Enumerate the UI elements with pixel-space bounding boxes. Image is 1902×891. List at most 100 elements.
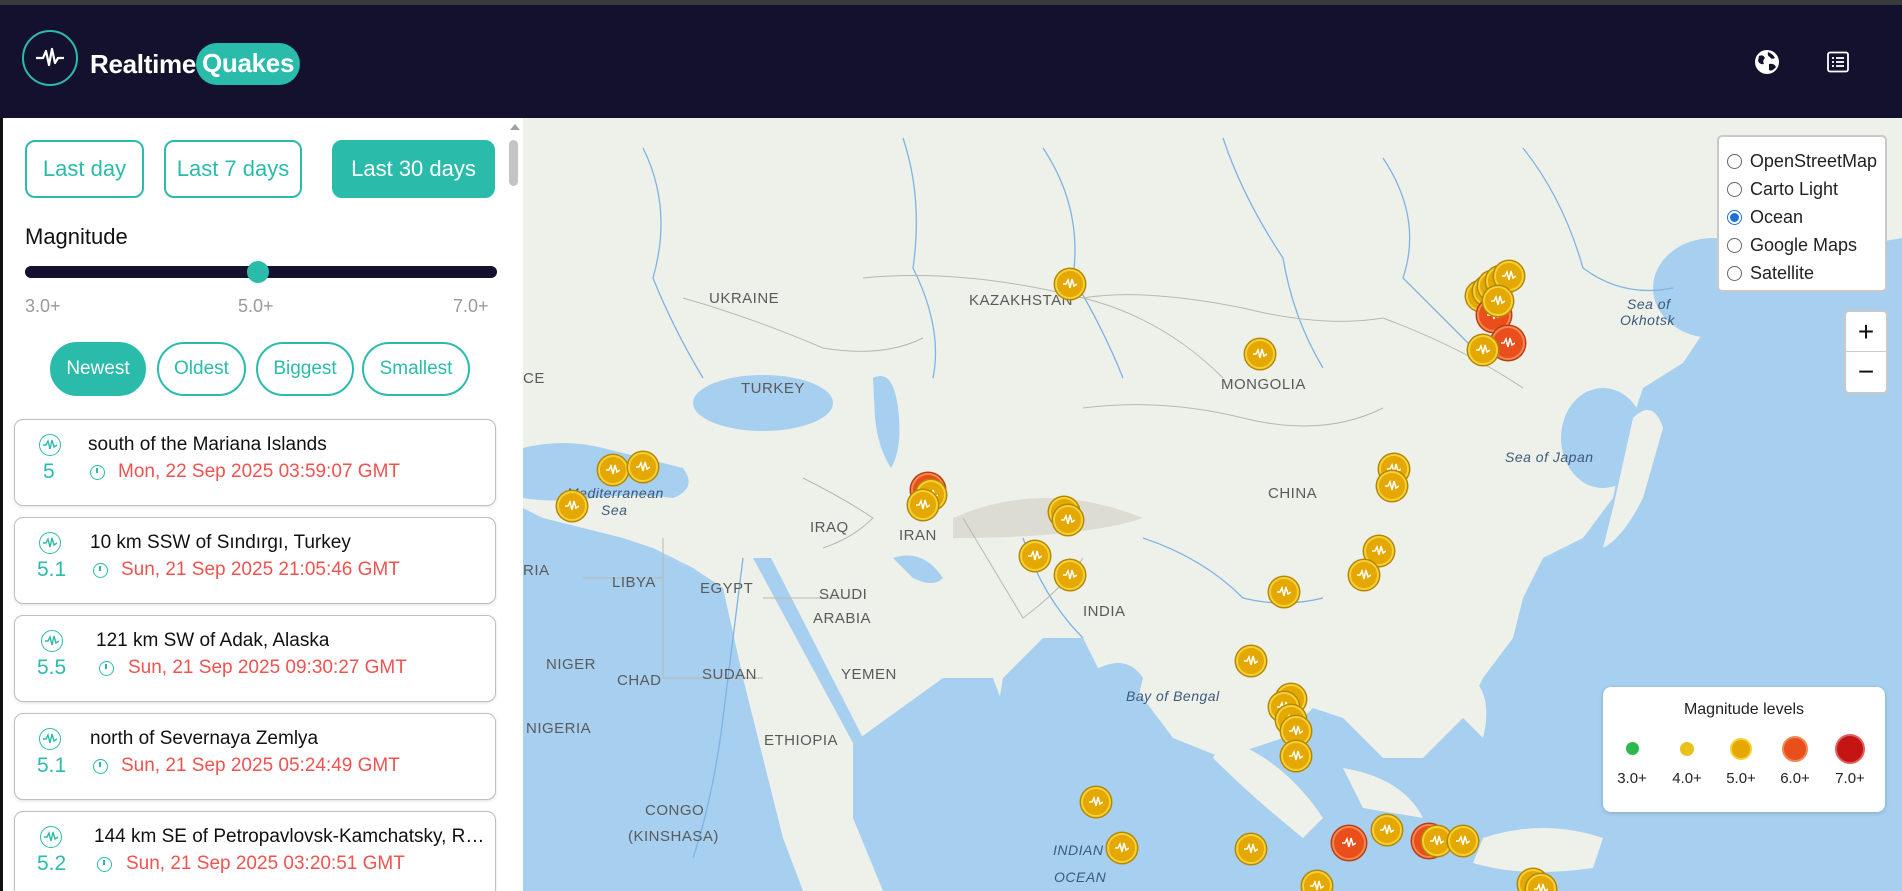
range-last-30-days-button[interactable]: Last 30 days: [332, 140, 495, 198]
quake-marker[interactable]: [1236, 646, 1266, 676]
quake-magnitude: 5.5: [37, 656, 67, 679]
quake-marker[interactable]: [628, 452, 658, 482]
quake-wave-icon: [39, 728, 61, 750]
quake-marker[interactable]: [1468, 335, 1498, 365]
quake-place: south of the Mariana Islands: [88, 434, 327, 455]
scroll-up-arrow-icon[interactable]: [510, 124, 520, 130]
quake-marker[interactable]: [557, 491, 587, 521]
quake-marker[interactable]: [1081, 787, 1111, 817]
quake-magnitude: 5: [43, 460, 55, 483]
radio-icon[interactable]: [1727, 181, 1742, 197]
magnitude-title: Magnitude: [25, 224, 128, 249]
quake-marker[interactable]: [1020, 541, 1050, 571]
quake-marker[interactable]: [1332, 826, 1366, 860]
quake-magnitude: 5.1: [37, 754, 67, 777]
layer-satellite[interactable]: Satellite: [1727, 259, 1877, 287]
layer-google-maps[interactable]: Google Maps: [1727, 231, 1877, 259]
layer-label: Satellite: [1750, 262, 1815, 283]
quake-marker[interactable]: [1448, 826, 1478, 856]
range-last-day-button[interactable]: Last day: [25, 140, 144, 198]
map-label-kinshasa: (KINSHASA): [628, 828, 719, 845]
quake-list-item[interactable]: 5.1 10 km SSW of Sındırgı, Turkey Sun, 2…: [14, 517, 496, 604]
legend-label: 3.0+: [1617, 770, 1647, 787]
magnitude-max-label: 7.0+: [453, 296, 489, 316]
map-label-sea-of: Sea of: [1627, 296, 1671, 312]
sort-oldest-button[interactable]: Oldest: [157, 342, 246, 396]
quake-time: Sun, 21 Sep 2025 05:24:49 GMT: [121, 755, 400, 776]
quake-marker[interactable]: [1483, 286, 1513, 316]
zoom-out-button[interactable]: −: [1846, 352, 1886, 392]
map-label-china: CHINA: [1268, 485, 1318, 502]
quake-marker[interactable]: [1269, 577, 1299, 607]
clock-icon: [93, 563, 108, 578]
quake-marker[interactable]: [1372, 815, 1402, 845]
clock-icon: [97, 857, 112, 872]
layer-label: Ocean: [1750, 206, 1804, 227]
sort-smallest-button[interactable]: Smallest: [362, 342, 470, 396]
map-label-chad: CHAD: [617, 672, 662, 689]
map-label-ocean: OCEAN: [1054, 869, 1107, 885]
sort-newest-button[interactable]: Newest: [50, 342, 146, 396]
legend-item: 3.0+: [1607, 735, 1657, 787]
map-label-congo: CONGO: [645, 802, 705, 819]
map-label-egypt: EGYPT: [700, 580, 754, 597]
radio-icon[interactable]: [1727, 265, 1742, 281]
app-header: Realtime Quakes: [0, 5, 1902, 118]
layer-carto-light[interactable]: Carto Light: [1727, 175, 1877, 203]
quake-wave-icon: [40, 826, 62, 848]
map-label-iraq: IRAQ: [810, 519, 849, 536]
quake-list-item[interactable]: 5.1 north of Severnaya Zemlya Sun, 21 Se…: [14, 713, 496, 800]
layer-label: Google Maps: [1750, 234, 1858, 255]
map-label-bay-of-bengal: Bay of Bengal: [1126, 688, 1220, 704]
quake-marker[interactable]: [1107, 833, 1137, 863]
map-label-mongolia: MONGOLIA: [1221, 376, 1306, 393]
quake-list-item[interactable]: 5.2 144 km SE of Petropavlovsk-Kamchatsk…: [14, 811, 496, 891]
quake-marker[interactable]: [1245, 339, 1275, 369]
quake-marker[interactable]: [1053, 505, 1083, 535]
legend-dot: [1680, 742, 1694, 756]
magnitude-slider-thumb[interactable]: [247, 261, 269, 283]
list-icon[interactable]: [1823, 47, 1853, 77]
quake-marker[interactable]: [908, 490, 938, 520]
layer-control: OpenStreetMap Carto Light Ocean Google M…: [1717, 135, 1887, 292]
layer-ocean[interactable]: Ocean: [1727, 203, 1877, 231]
globe-icon[interactable]: [1752, 47, 1782, 77]
sidebar-scrollbar[interactable]: [507, 118, 521, 891]
map-label-niger: NIGER: [546, 656, 597, 673]
legend-label: 4.0+: [1672, 770, 1702, 787]
map-label-ria: RIA: [523, 562, 550, 579]
quake-place: 144 km SE of Petropavlovsk-Kamchatsky, R…: [94, 826, 489, 847]
quake-marker[interactable]: [598, 455, 628, 485]
quake-time: Sun, 21 Sep 2025 03:20:51 GMT: [126, 853, 405, 874]
zoom-in-button[interactable]: +: [1846, 312, 1886, 352]
quake-time: Sun, 21 Sep 2025 09:30:27 GMT: [128, 657, 407, 678]
legend-item: 5.0+: [1716, 735, 1766, 787]
quake-marker[interactable]: [1055, 269, 1085, 299]
radio-icon[interactable]: [1727, 153, 1742, 169]
map-label-kazakhstan: KAZAKHSTAN: [969, 292, 1073, 309]
legend-dot: [1730, 738, 1752, 760]
quake-place: 121 km SW of Adak, Alaska: [96, 630, 330, 651]
logo-wave-icon: [22, 30, 78, 86]
quake-marker[interactable]: [1281, 741, 1311, 771]
quake-list-item[interactable]: 5 south of the Mariana Islands Mon, 22 S…: [14, 419, 496, 506]
scroll-thumb[interactable]: [509, 140, 518, 186]
layer-openstreetmap[interactable]: OpenStreetMap: [1727, 147, 1877, 175]
quake-marker[interactable]: [1055, 560, 1085, 590]
quake-marker[interactable]: [1349, 560, 1379, 590]
quake-list-item[interactable]: 5.5 121 km SW of Adak, Alaska Sun, 21 Se…: [14, 615, 496, 702]
quake-wave-icon: [39, 532, 61, 554]
layer-label: Carto Light: [1750, 178, 1839, 199]
sort-biggest-button[interactable]: Biggest: [256, 342, 354, 396]
radio-icon[interactable]: [1727, 237, 1742, 253]
magnitude-min-label: 3.0+: [25, 296, 61, 316]
map-label-sudan: SUDAN: [702, 666, 758, 683]
legend-item: 6.0+: [1770, 735, 1820, 787]
logo-text: Realtime Quakes: [90, 42, 301, 86]
quake-marker[interactable]: [1236, 834, 1266, 864]
range-last-7-days-button[interactable]: Last 7 days: [164, 140, 302, 198]
quake-marker[interactable]: [1377, 471, 1407, 501]
map-label-ukraine: UKRAINE: [709, 290, 780, 307]
legend-title: Magnitude levels: [1683, 701, 1805, 718]
radio-selected-icon[interactable]: [1727, 209, 1742, 225]
